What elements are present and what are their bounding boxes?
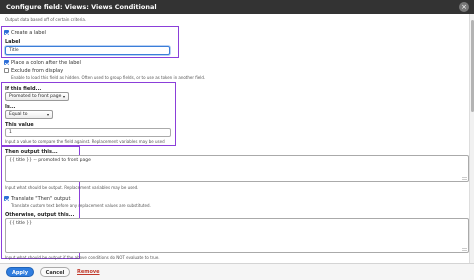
then-output-description: Input what should be output. Replacement…	[5, 185, 139, 190]
then-output-textarea[interactable]: {{ title }} -- promoted to front page	[5, 155, 469, 182]
scrollbar[interactable]	[469, 14, 474, 263]
translate-checkbox[interactable]	[4, 196, 9, 201]
remove-link[interactable]: Remove	[77, 269, 100, 275]
label-field-label: Label	[5, 39, 21, 45]
intro-text: Output data based off of certain criteri…	[5, 17, 87, 22]
exclude-checkbox[interactable]	[4, 68, 9, 73]
dialog-title: Configure field: Views: Views Conditiona…	[6, 3, 157, 11]
scrollbar-thumb[interactable]	[470, 20, 474, 112]
otherwise-value: {{ title }}	[9, 221, 33, 226]
otherwise-textarea[interactable]: {{ title }}	[5, 218, 469, 253]
create-label-checkbox[interactable]	[4, 30, 9, 35]
if-field-select[interactable]: Promoted to front page ▾	[5, 92, 69, 101]
resize-grip-icon[interactable]	[462, 248, 467, 251]
translate-description: Translate custom text before any replace…	[11, 203, 151, 208]
place-colon-checkbox[interactable]	[4, 60, 9, 65]
if-field-select-value: Promoted to front page	[9, 94, 62, 99]
is-select[interactable]: Equal to ▾	[5, 110, 53, 119]
exclude-description: Enable to load this field as hidden. Oft…	[11, 75, 206, 80]
chevron-down-icon: ▾	[62, 94, 65, 99]
label-input[interactable]: Title	[5, 46, 170, 55]
is-select-value: Equal to	[9, 112, 28, 117]
resize-grip-icon[interactable]	[462, 177, 467, 180]
otherwise-description: Input what should be output if the above…	[5, 255, 160, 260]
this-value-description: Input a value to compare the field again…	[5, 139, 165, 144]
dialog-titlebar: Configure field: Views: Views Conditiona…	[0, 0, 474, 14]
chevron-down-icon: ▾	[46, 112, 49, 117]
dialog-footer: Apply Cancel Remove	[0, 263, 474, 280]
place-colon-text: Place a colon after the label	[11, 60, 81, 66]
create-label-text: Create a label	[11, 30, 46, 36]
close-icon[interactable]: ×	[459, 2, 469, 12]
then-output-value: {{ title }} -- promoted to front page	[9, 158, 91, 163]
apply-button[interactable]: Apply	[6, 267, 34, 277]
exclude-text: Exclude from display	[11, 68, 64, 74]
translate-text: Translate "Then" output	[11, 196, 71, 202]
this-value-input[interactable]: 1	[5, 128, 171, 137]
cancel-button[interactable]: Cancel	[40, 267, 70, 277]
